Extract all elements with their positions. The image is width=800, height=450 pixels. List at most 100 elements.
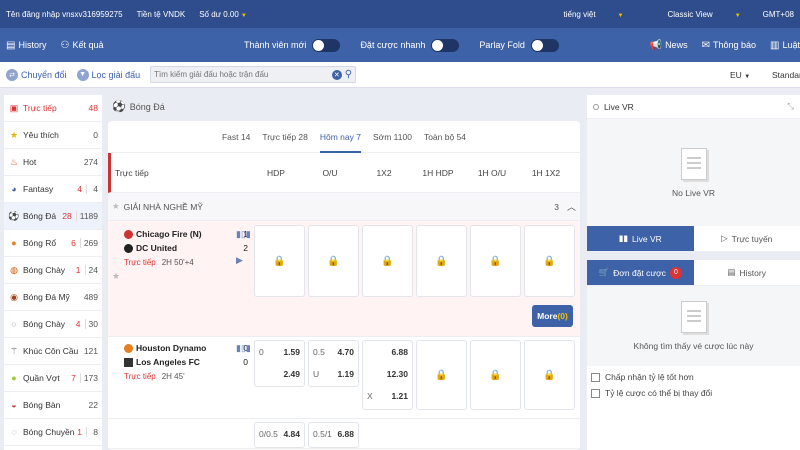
news-button[interactable]: 📢 News bbox=[650, 40, 688, 51]
language-select[interactable]: tiếng việt ▼ bbox=[542, 10, 624, 19]
odds-row[interactable]: 0 1.59 bbox=[255, 341, 304, 363]
odds-row[interactable]: U 1.19 bbox=[309, 363, 358, 385]
close-icon[interactable]: ✕ bbox=[331, 69, 342, 80]
history-label: History bbox=[18, 40, 47, 50]
tab-live-stream[interactable]: ▷ Trực tuyến bbox=[693, 226, 800, 252]
stats-icon[interactable]: ▮▯▮ bbox=[236, 229, 251, 240]
login-info: Tên đăng nhập vnsxv316959275 bbox=[6, 10, 123, 19]
tab-bet-slip[interactable]: 🛒 Đơn đặt cược 0 bbox=[587, 260, 694, 286]
odds-row[interactable]: 2.49 bbox=[255, 363, 304, 385]
away-score: 2 bbox=[243, 243, 248, 253]
tab-fast[interactable]: Fast 14 bbox=[222, 121, 250, 153]
odds-row[interactable]: 6.88 bbox=[363, 341, 412, 363]
volleyball-icon: ◌ bbox=[11, 427, 17, 437]
sidebar-item-label: Bóng Chày bbox=[23, 319, 66, 329]
tab-live-vr[interactable]: ▮▮ Live VR bbox=[587, 226, 694, 252]
odds-value: 4.70 bbox=[337, 347, 354, 357]
chevron-down-icon: ▼ bbox=[240, 12, 247, 19]
filter-league-button[interactable]: ▼ Lọc giải đấu bbox=[76, 68, 140, 81]
sidebar-item-tennis[interactable]: ● Quần Vợt 7 173 bbox=[4, 365, 102, 392]
odds-row[interactable]: 0/0.5 4.84 bbox=[255, 423, 304, 445]
odds-may-change-checkbox[interactable]: Tỷ lệ cược có thể bị thay đổi bbox=[587, 385, 800, 401]
quick-bet-toggle[interactable]: Đặt cược nhanh bbox=[360, 38, 460, 52]
odds-row[interactable]: 0.5 4.70 bbox=[309, 341, 358, 363]
chevron-up-icon[interactable]: ︿ bbox=[567, 200, 576, 213]
odds-row[interactable]: X 1.21 bbox=[363, 385, 412, 407]
sidebar-item-label: Bóng Đá Mỹ bbox=[23, 292, 70, 302]
odds-row[interactable]: 12.30 bbox=[363, 363, 412, 385]
live-status: Trực tiếp bbox=[124, 371, 156, 381]
currency-label: Tiền tệ bbox=[136, 9, 161, 19]
history-button[interactable]: ▤ History bbox=[6, 40, 46, 51]
balance-info[interactable]: Số dư 0.00 ▼ bbox=[199, 10, 247, 19]
sidebar-item-basketball[interactable]: ● Bóng Rổ 6 269 bbox=[4, 230, 102, 257]
sidebar-item-table-tennis[interactable]: ◒ Bóng Bàn 22 bbox=[4, 392, 102, 419]
sidebar-item-count: 22 bbox=[88, 400, 98, 410]
notice-button[interactable]: ✉ Thông báo bbox=[702, 40, 756, 51]
search-icon[interactable]: ⚲ bbox=[345, 69, 352, 80]
sidebar-item-live[interactable]: ▣ Trực tiếp 48 bbox=[4, 95, 102, 122]
sidebar-item-hot[interactable]: ♨ Hot 274 bbox=[4, 149, 102, 176]
toggle-switch[interactable] bbox=[530, 38, 559, 52]
home-team-name: Chicago Fire (N) bbox=[136, 229, 202, 239]
stats-icon[interactable]: ▮▯▮ bbox=[236, 343, 251, 354]
toggle-switch[interactable] bbox=[312, 38, 341, 52]
tab-today[interactable]: Hôm nay 7 bbox=[319, 121, 361, 153]
column-1h-ou: 1H O/U bbox=[477, 167, 507, 178]
tab-all[interactable]: Toàn bộ 54 bbox=[424, 121, 466, 153]
sidebar-item-softball[interactable]: ○ Bóng Chày 4 30 bbox=[4, 311, 102, 338]
baseball-icon: ◍ bbox=[10, 264, 18, 275]
league-header[interactable]: ★ GIẢI NHÀ NGHỀ MỸ 3 ︿ bbox=[108, 193, 580, 221]
match-row: Houston Dynamo 0 Los Angeles FC 0 Trực tiế… bbox=[108, 337, 580, 419]
accept-better-odds-checkbox[interactable]: Chấp nhận tỷ lệ tốt hơn bbox=[587, 369, 800, 385]
toggle-switch[interactable] bbox=[431, 38, 460, 52]
timezone-label[interactable]: GMT+08 bbox=[763, 10, 794, 19]
sidebar-item-live-count: 1 bbox=[75, 265, 81, 275]
sidebar-item-label: Bóng Chuyền bbox=[23, 427, 75, 437]
sidebar-item-hockey[interactable]: ⚚ Khúc Côn Cầu 121 bbox=[4, 338, 102, 365]
view-mode-select[interactable]: Classic View ▼ bbox=[646, 10, 741, 19]
switch-icon: ⇄ bbox=[6, 68, 18, 81]
team-logo-icon bbox=[124, 229, 133, 239]
search-input[interactable] bbox=[154, 70, 332, 79]
switch-button[interactable]: ⇄ Chuyển đổi bbox=[6, 68, 67, 81]
team-logo-icon bbox=[124, 243, 133, 253]
basketball-icon: ● bbox=[11, 238, 17, 248]
rules-label: Luật bbox=[782, 40, 800, 50]
ou-odds-cell[interactable]: 0.5 4.70 U 1.19 bbox=[308, 340, 359, 387]
notice-label: Thông báo bbox=[712, 40, 757, 50]
tab-live[interactable]: Trực tiếp 28 bbox=[262, 121, 308, 153]
collapse-icon[interactable]: ⤡ bbox=[787, 101, 794, 112]
star-icon[interactable]: ★ bbox=[112, 201, 120, 212]
search-box: ✕ ⚲ bbox=[150, 66, 357, 83]
parlay-fold-toggle[interactable]: Parlay Fold bbox=[479, 38, 559, 52]
new-member-toggle[interactable]: Thành viên mới bbox=[244, 38, 341, 52]
more-button[interactable]: More (0) bbox=[532, 305, 573, 327]
sidebar-item-american-football[interactable]: ◉ Bóng Đá Mỹ 489 bbox=[4, 284, 102, 311]
odds-line: 0.5 bbox=[313, 347, 325, 357]
tab-bet-history[interactable]: ▤ History bbox=[693, 260, 800, 286]
balance-label: Số dư bbox=[199, 9, 222, 19]
view-select[interactable]: Standar bbox=[772, 70, 800, 80]
ou-odds-cell[interactable]: 0.5/1 6.88 bbox=[308, 422, 359, 448]
sidebar-item-fantasy[interactable]: ◕ Fantasy 4 4 bbox=[4, 176, 102, 203]
checkbox[interactable] bbox=[591, 388, 600, 398]
1x2-odds-cell[interactable]: 6.88 12.30 X 1.21 bbox=[362, 340, 413, 410]
sidebar-item-baseball[interactable]: ◍ Bóng Chày 1 24 bbox=[4, 257, 102, 284]
sidebar-item-soccer[interactable]: ⚽ Bóng Đá 28 1189 bbox=[4, 203, 102, 230]
odds-type-select[interactable]: EU ▼ bbox=[730, 70, 750, 80]
rules-button[interactable]: ▥ Luật bbox=[770, 40, 800, 51]
star-icon[interactable]: ★ bbox=[112, 271, 120, 282]
hdp-odds-cell[interactable]: 0/0.5 4.84 bbox=[254, 422, 305, 448]
sidebar-item-label: Bóng Đá bbox=[23, 211, 57, 221]
column-live: Trực tiếp bbox=[115, 167, 149, 178]
balance-value: 0.00 bbox=[223, 9, 239, 19]
results-button[interactable]: ⚇ Kết quả bbox=[60, 40, 103, 51]
tab-early[interactable]: Sớm 1100 bbox=[373, 121, 412, 153]
odds-row[interactable]: 0.5/1 6.88 bbox=[309, 423, 358, 445]
sidebar-item-favorites[interactable]: ★ Yêu thích 0 bbox=[4, 122, 102, 149]
video-icon[interactable]: ▶ bbox=[236, 255, 243, 266]
hdp-odds-cell[interactable]: 0 1.59 2.49 bbox=[254, 340, 305, 387]
checkbox[interactable] bbox=[591, 372, 600, 382]
sidebar-item-volleyball[interactable]: ◌ Bóng Chuyền 1 8 bbox=[4, 419, 102, 446]
